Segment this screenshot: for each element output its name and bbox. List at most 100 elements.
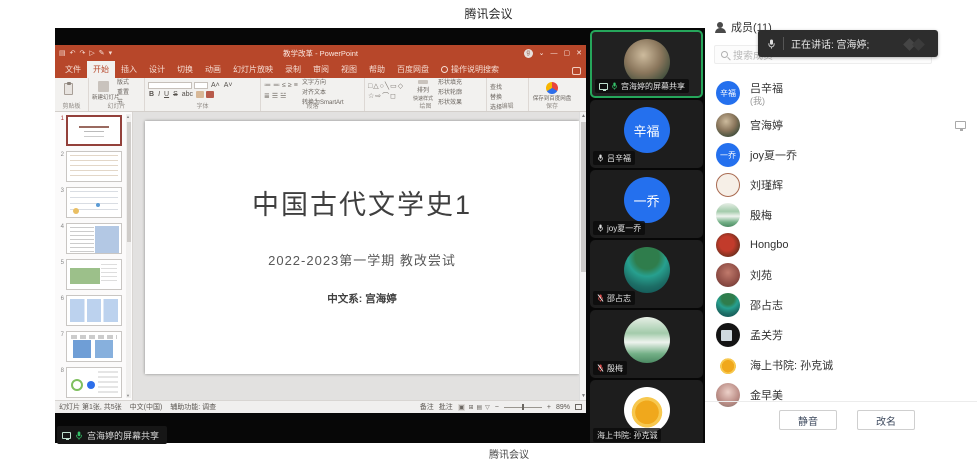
tab-design[interactable]: 设计 (143, 61, 171, 78)
zoom-percentage[interactable]: 89% (556, 404, 570, 411)
italic-button[interactable]: I (157, 91, 161, 98)
paste-icon[interactable] (64, 83, 73, 95)
shapes-gallery[interactable]: □△○╲▭◇☆⇨⌒◻ (368, 83, 408, 102)
baidu-netdisk-icon[interactable] (546, 82, 558, 94)
zoom-out-icon[interactable]: − (495, 404, 499, 411)
tab-home[interactable]: 开始 (87, 61, 115, 78)
arrange-icon[interactable] (418, 80, 428, 84)
highlight-icon[interactable] (196, 91, 204, 98)
powerpoint-window: ▤ ↶ ↷ ▷ ✎ ▾ 教学改革 - PowerPoint g ⌄ — ▢ ✕ … (55, 45, 586, 413)
zoom-in-icon[interactable]: + (547, 404, 551, 411)
tab-review[interactable]: 审阅 (307, 61, 335, 78)
clipboard-group[interactable]: 剪贴板 (55, 78, 89, 111)
shrink-font-icon[interactable]: A˅ (223, 82, 234, 89)
clear-format-button[interactable]: abc (181, 91, 194, 98)
tell-me-search[interactable]: 操作说明搜索 (435, 61, 505, 78)
lightbulb-icon (441, 66, 448, 73)
reading-view-icon[interactable]: ▤ (477, 404, 483, 411)
member-row[interactable]: 一乔 joy夏一乔 (705, 140, 977, 170)
notes-button[interactable]: 备注 (420, 402, 434, 412)
strikethrough-button[interactable]: S (172, 91, 179, 98)
tab-file[interactable]: 文件 (59, 61, 87, 78)
avatar (716, 203, 740, 227)
avatar (716, 263, 740, 287)
member-row[interactable]: 海上书院: 孙克诚 (705, 350, 977, 380)
slides-group[interactable]: 新建幻灯片 版式 重置 节 幻灯片 (89, 78, 145, 111)
avatar (716, 353, 740, 377)
slide-thumbnail[interactable]: 4 (57, 223, 124, 259)
ppt-titlebar: ▤ ↶ ↷ ▷ ✎ ▾ 教学改革 - PowerPoint g ⌄ — ▢ ✕ (55, 45, 586, 61)
slide-thumbnail[interactable]: 7 (57, 331, 124, 367)
account-avatar[interactable]: g (524, 49, 533, 58)
slide-subtitle: 2022-2023第一学期 教改尝试 (145, 250, 579, 269)
baidu-save-group[interactable]: 保存到百度网盘 保存 (529, 78, 575, 111)
video-tile[interactable]: 一乔 joy夏一乔 (590, 170, 703, 238)
grow-font-icon[interactable]: A˄ (210, 82, 221, 89)
bold-button[interactable]: B (148, 91, 155, 98)
ppt-maximize-icon[interactable]: ▢ (564, 49, 571, 57)
tab-baidu-netdisk[interactable]: 百度网盘 (391, 61, 435, 78)
video-tile[interactable]: 海上书院: 孙克诚 (590, 380, 703, 443)
slide-thumbnail[interactable]: 8 (57, 367, 124, 403)
tab-view[interactable]: 视图 (335, 61, 363, 78)
slide-thumbnail[interactable]: 6 (57, 295, 124, 331)
mic-on-icon (611, 81, 618, 91)
avatar (716, 233, 740, 257)
new-slide-icon[interactable] (98, 81, 109, 92)
slide-thumbnail[interactable]: 1 (57, 115, 124, 151)
rename-button[interactable]: 改名 (857, 410, 915, 430)
video-tile-screenshare[interactable]: 宫海婷的屏幕共享 (590, 30, 703, 98)
accessibility-status[interactable]: 辅助功能: 调查 (170, 402, 216, 412)
paragraph-group[interactable]: ≔≕≤≥≡≣☰☱ 文字方向 对齐文本 转换为SmartArt 段落 (261, 78, 365, 111)
thumbnail-scrollbar[interactable] (126, 114, 131, 398)
ribbon-display-icon[interactable]: ⌄ (539, 49, 545, 57)
editing-group[interactable]: 查找 替换 选择 编辑 (487, 78, 529, 111)
normal-view-icon[interactable]: ▣ (458, 404, 466, 411)
tile-name: 宫海婷的屏幕共享 (621, 81, 685, 92)
tab-slideshow[interactable]: 幻灯片放映 (227, 61, 279, 78)
fit-slide-icon[interactable] (575, 404, 582, 410)
font-size-box[interactable] (194, 82, 208, 89)
member-row[interactable]: 孟关芳 (705, 320, 977, 350)
video-tile[interactable]: 辛福 吕辛福 (590, 100, 703, 168)
member-row[interactable]: 辛福 吕辛福 (我) (705, 76, 977, 110)
ppt-close-icon[interactable]: ✕ (576, 49, 582, 57)
comment-icon[interactable] (572, 67, 581, 75)
slide-thumbnail[interactable]: 3 (57, 187, 124, 223)
tile-name: 邵占志 (607, 293, 631, 304)
slide-thumbnail[interactable]: 5 (57, 259, 124, 295)
tab-insert[interactable]: 插入 (115, 61, 143, 78)
font-name-box[interactable] (148, 82, 192, 89)
tab-record[interactable]: 录制 (279, 61, 307, 78)
tab-transitions[interactable]: 切换 (171, 61, 199, 78)
slide-scrollbar[interactable] (579, 112, 586, 400)
video-tile[interactable]: 邵占志 (590, 240, 703, 308)
member-row[interactable]: 刘瑾辉 (705, 170, 977, 200)
view-switcher[interactable]: ▣ ⊞ ▤ ▽ (458, 404, 490, 411)
member-row[interactable]: 邵占志 (705, 290, 977, 320)
font-group[interactable]: A˄ A˅ B I U S abc 字体 (145, 78, 261, 111)
video-tile[interactable]: 殷梅 (590, 310, 703, 378)
paragraph-icons[interactable]: ≔≕≤≥≡≣☰☱ (264, 83, 298, 102)
font-color-icon[interactable] (206, 91, 214, 98)
member-row[interactable]: Hongbo (705, 230, 977, 260)
member-row[interactable]: 宫海婷 (705, 110, 977, 140)
comments-button[interactable]: 批注 (439, 402, 453, 412)
ppt-minimize-icon[interactable]: — (551, 50, 558, 57)
underline-button[interactable]: U (163, 91, 170, 98)
slideshow-view-icon[interactable]: ▽ (485, 404, 490, 411)
language-indicator[interactable]: 中文(中国) (130, 402, 163, 412)
avatar: 一乔 (716, 143, 740, 167)
member-row[interactable]: 殷梅 (705, 200, 977, 230)
mute-button[interactable]: 静音 (779, 410, 837, 430)
current-slide[interactable]: 中国古代文学史1 2022-2023第一学期 教改尝试 中文系: 宫海婷 (145, 121, 579, 374)
slide-thumbnail[interactable]: 2 (57, 151, 124, 187)
slide-sorter-icon[interactable]: ⊞ (468, 404, 473, 411)
tab-animations[interactable]: 动画 (199, 61, 227, 78)
tab-help[interactable]: 帮助 (363, 61, 391, 78)
zoom-slider[interactable] (504, 407, 542, 408)
avatar (716, 323, 740, 347)
member-row[interactable]: 刘苑 (705, 260, 977, 290)
screen-share-region: ▤ ↶ ↷ ▷ ✎ ▾ 教学改革 - PowerPoint g ⌄ — ▢ ✕ … (55, 28, 705, 443)
drawing-group[interactable]: □△○╲▭◇☆⇨⌒◻ 排列 快速样式 形状填充 形状轮廓 形状效果 绘图 (365, 78, 487, 111)
